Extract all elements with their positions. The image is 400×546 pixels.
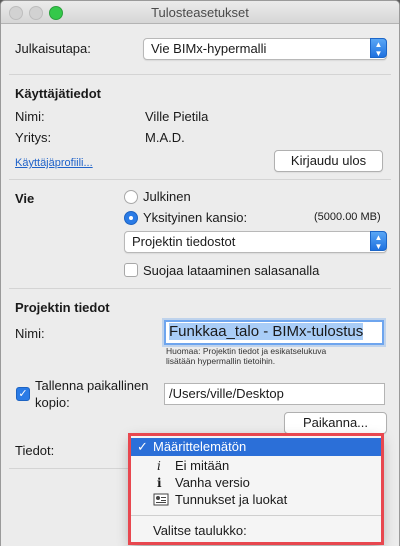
- menu-item-ids-and-classes[interactable]: Tunnukset ja luokat: [131, 491, 381, 509]
- title-bar: Tulosteasetukset: [1, 1, 399, 24]
- data-label: Tiedot:: [15, 443, 55, 458]
- private-folder-label[interactable]: Yksityinen kansio:: [143, 210, 247, 225]
- menu-item-label: Vanha versio: [175, 475, 250, 490]
- save-local-copy-label[interactable]: Tallenna paikallinen kopio:: [35, 377, 148, 411]
- divider: [9, 288, 391, 289]
- project-info-note-line1: Huomaa: Projektin tiedot ja esikatseluku…: [166, 346, 327, 356]
- menu-item-label: Määrittelemätön: [153, 439, 247, 454]
- project-info-heading: Projektin tiedot: [15, 300, 110, 315]
- private-folder-radio[interactable]: [124, 211, 138, 225]
- publish-method-select[interactable]: Vie BIMx-hypermalli ▲ ▼: [143, 38, 387, 60]
- project-name-label: Nimi:: [15, 326, 45, 341]
- menu-item-none[interactable]: i Ei mitään: [131, 457, 381, 475]
- project-name-input[interactable]: Funkkaa_talo - BIMx-tulostus: [164, 320, 384, 345]
- user-info-heading: Käyttäjätiedot: [15, 86, 101, 101]
- data-table-menu: ✓ Määrittelemätön i Ei mitään i Vanha ve…: [131, 436, 381, 545]
- save-local-copy-label-line2: kopio:: [35, 395, 70, 410]
- divider: [9, 179, 391, 180]
- project-name-value: Funkkaa_talo - BIMx-tulostus: [169, 323, 364, 340]
- menu-item-label: Tunnukset ja luokat: [175, 492, 288, 507]
- user-profile-link[interactable]: Käyttäjäprofiili...: [15, 157, 93, 169]
- publish-method-value: Vie BIMx-hypermalli: [151, 41, 267, 56]
- user-name-label: Nimi:: [15, 109, 45, 124]
- id-card-icon: [153, 491, 169, 509]
- chevron-updown-icon: ▲ ▼: [370, 38, 387, 58]
- menu-item-label: Ei mitään: [175, 458, 230, 473]
- company-value: M.A.D.: [145, 130, 185, 145]
- local-path-input[interactable]: /Users/ville/Desktop: [164, 383, 385, 405]
- public-option-label[interactable]: Julkinen: [143, 189, 191, 204]
- divider: [9, 74, 391, 75]
- menu-divider: [131, 515, 381, 516]
- publish-method-label: Julkaisutapa:: [15, 41, 91, 56]
- chevron-updown-icon: ▲ ▼: [370, 231, 387, 251]
- private-folder-size: (5000.00 MB): [314, 211, 381, 223]
- menu-footer-label: Valitse taulukko:: [153, 523, 247, 538]
- user-name-value: Ville Pietila: [145, 109, 209, 124]
- locate-button[interactable]: Paikanna...: [284, 412, 387, 434]
- menu-item-undefined[interactable]: ✓ Määrittelemätön: [131, 438, 381, 456]
- project-info-note-line2: lisätään hypermallin tietoihin.: [166, 356, 276, 366]
- info-bold-icon: i: [157, 476, 162, 490]
- logout-button[interactable]: Kirjaudu ulos: [274, 150, 383, 172]
- protect-password-checkbox[interactable]: [124, 263, 138, 277]
- export-label: Vie: [15, 191, 35, 206]
- public-radio[interactable]: [124, 190, 138, 204]
- save-local-copy-checkbox[interactable]: ✓: [16, 387, 30, 401]
- save-local-copy-label-line1: Tallenna paikallinen: [35, 378, 149, 393]
- protect-password-label[interactable]: Suojaa lataaminen salasanalla: [143, 263, 319, 278]
- divider: [9, 468, 129, 469]
- folder-select[interactable]: Projektin tiedostot ▲ ▼: [124, 231, 387, 253]
- checkmark-icon: ✓: [137, 439, 148, 454]
- folder-select-value: Projektin tiedostot: [132, 234, 236, 249]
- menu-section-header: Valitse taulukko:: [131, 522, 381, 540]
- info-icon: i: [157, 459, 161, 473]
- company-label: Yritys:: [15, 130, 52, 145]
- project-info-note: Huomaa: Projektin tiedot ja esikatseluku…: [166, 346, 326, 366]
- menu-item-old-version[interactable]: i Vanha versio: [131, 474, 381, 492]
- window-title: Tulosteasetukset: [151, 5, 249, 20]
